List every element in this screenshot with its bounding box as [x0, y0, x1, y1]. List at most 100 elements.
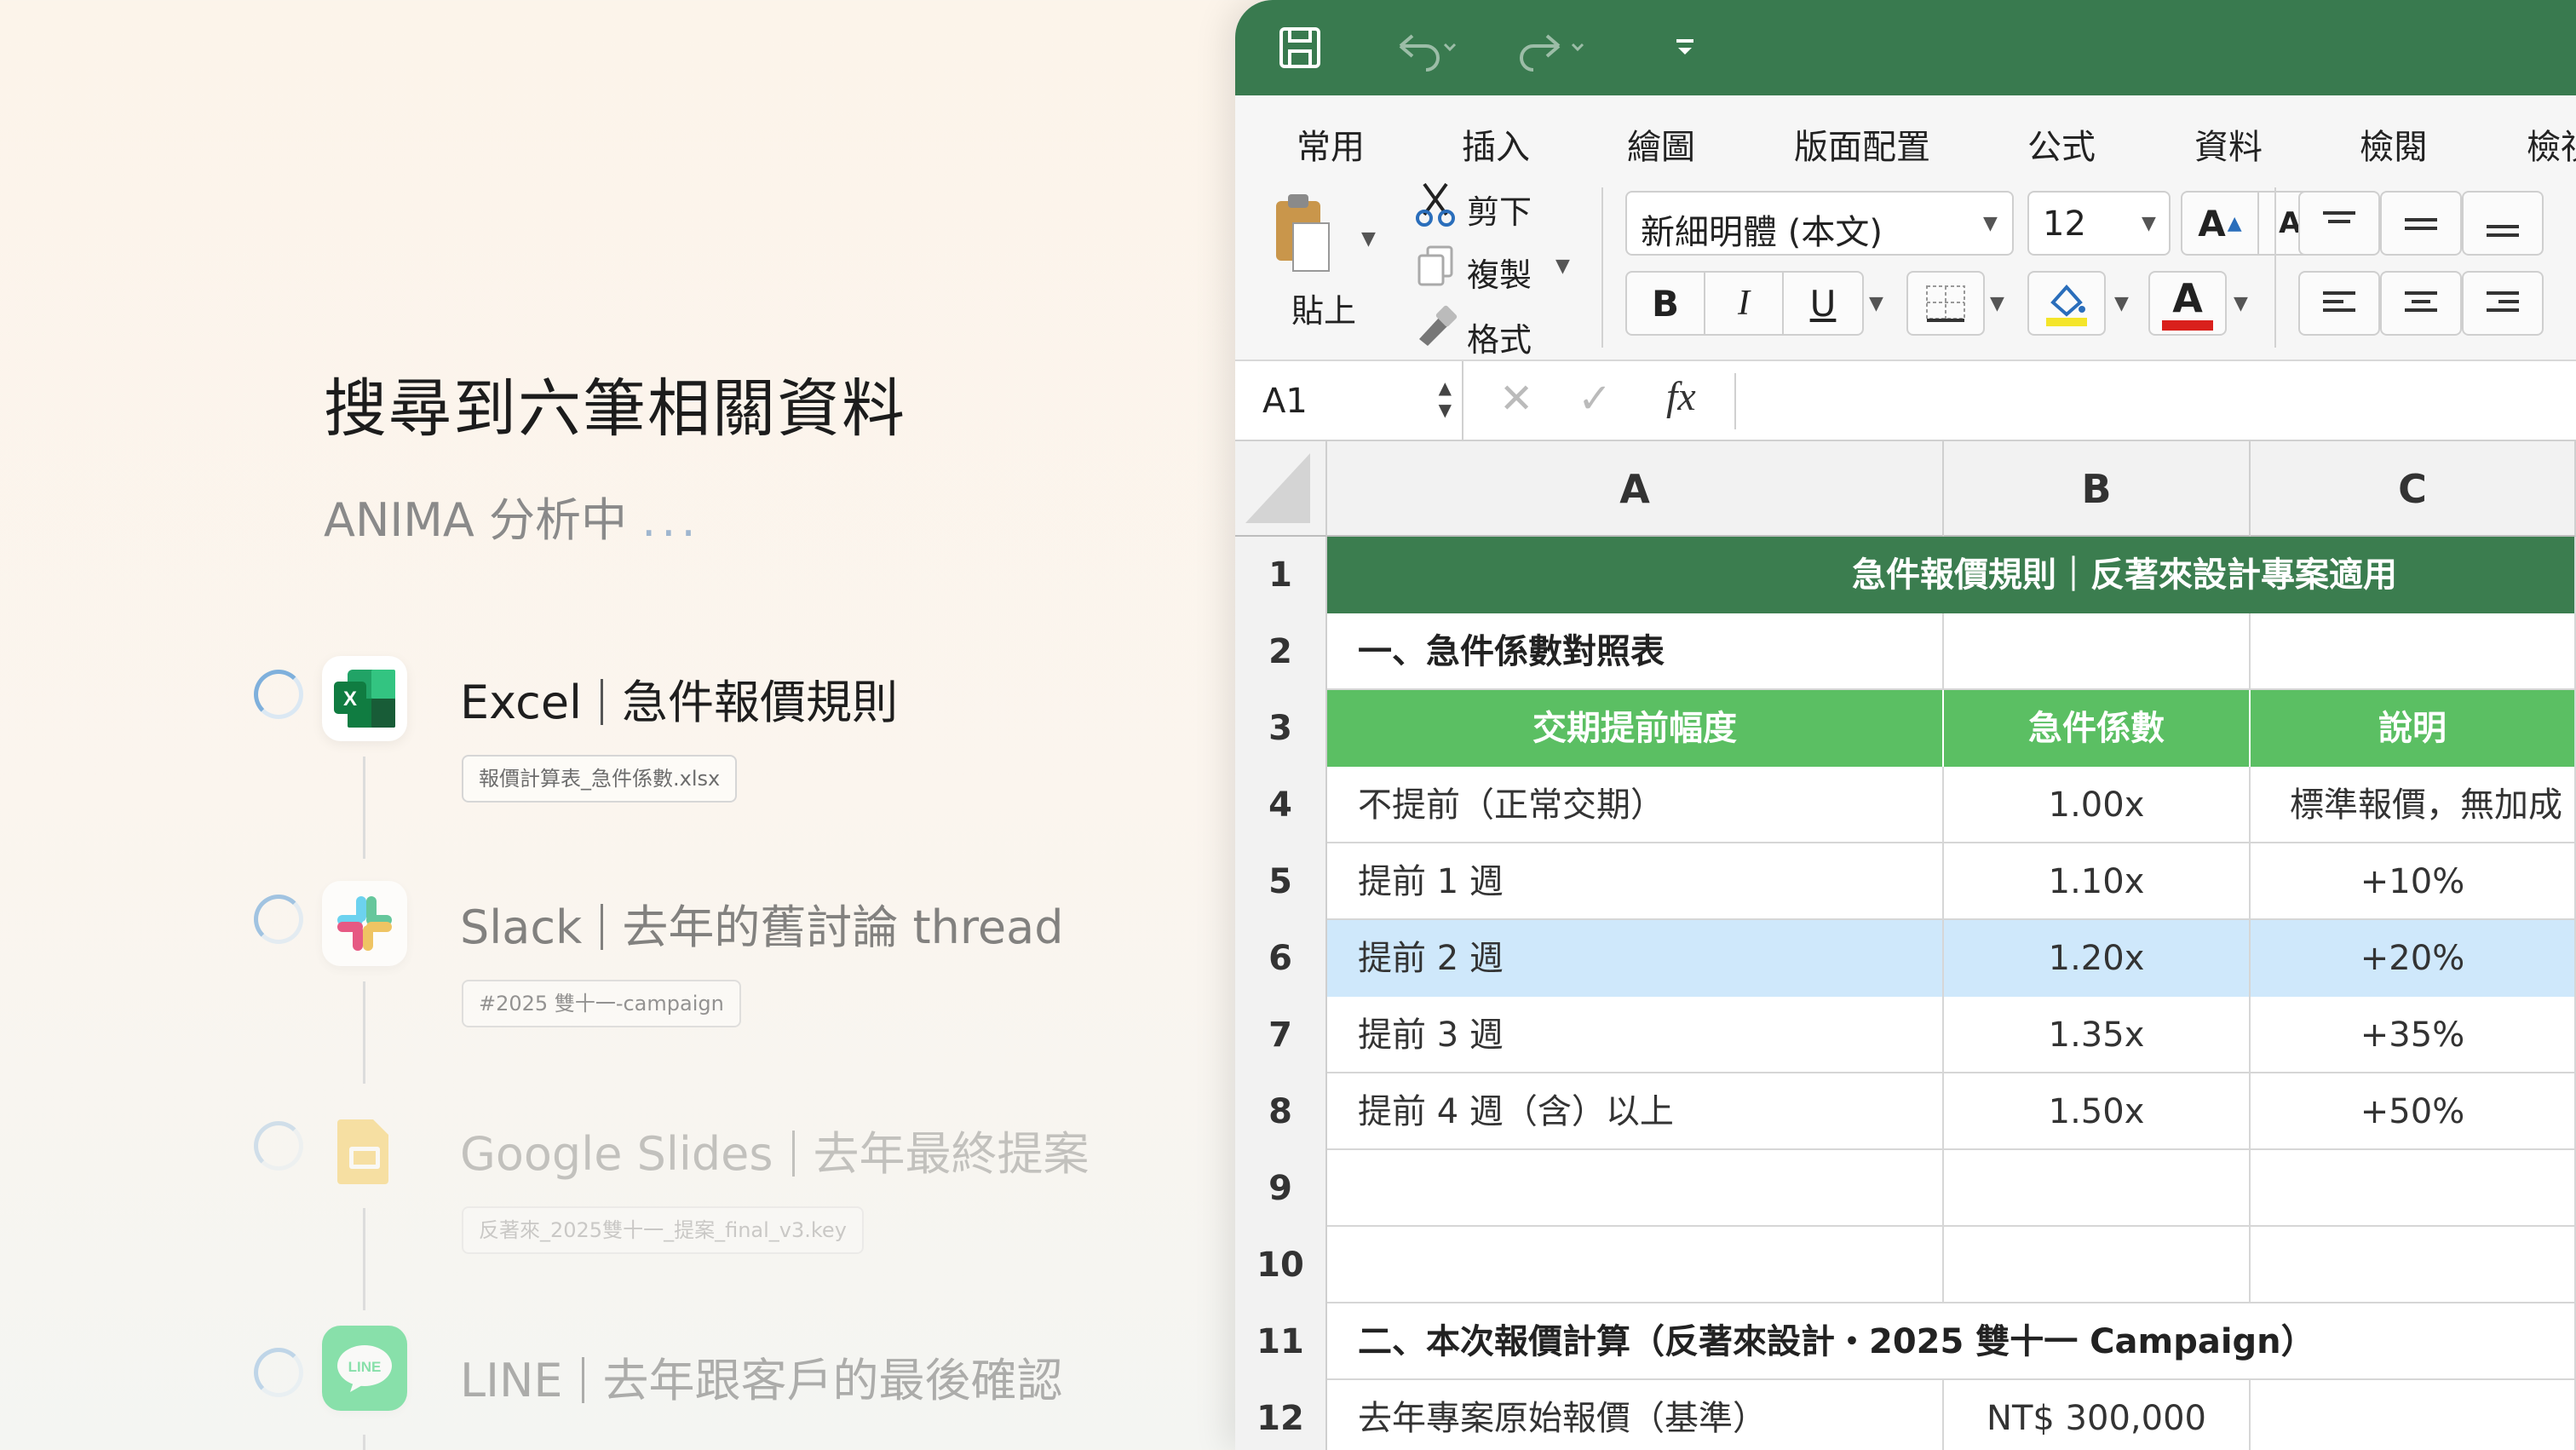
column-header-b[interactable]: B [1944, 441, 2251, 537]
insert-function-button[interactable]: fx [1666, 373, 1696, 420]
undo-icon[interactable] [1389, 22, 1465, 83]
cell-c[interactable]: +50% [2251, 1073, 2576, 1150]
result-item-excel[interactable]: X Excel 急件報價規則 報價計算表_急件係數.xlsx [0, 647, 1235, 818]
cell-a[interactable] [1327, 1227, 1944, 1303]
align-middle-button[interactable] [2380, 191, 2462, 256]
align-bottom-button[interactable] [2462, 191, 2544, 256]
cell-a[interactable]: 不提前（正常交期） [1327, 767, 1944, 843]
tab-insert[interactable]: 插入 [1462, 119, 1530, 169]
redo-icon[interactable] [1516, 22, 1593, 83]
row-header[interactable]: 3 [1235, 690, 1327, 767]
cell-b[interactable]: 1.00x [1944, 767, 2251, 843]
copy-icon[interactable] [1416, 245, 1455, 291]
font-color-dropdown-icon[interactable]: ▼ [2234, 293, 2248, 314]
cell-c[interactable]: +35% [2251, 997, 2576, 1073]
borders-dropdown-icon[interactable]: ▼ [1990, 293, 2004, 314]
row-header[interactable]: 1 [1235, 537, 1327, 613]
file-chip[interactable]: 反著來_2025雙十一_提案_final_v3.key [462, 1206, 864, 1254]
channel-chip[interactable]: #2025 雙十一-campaign [462, 980, 741, 1027]
paste-button[interactable]: 貼上 [1291, 285, 1356, 331]
cell-c[interactable]: 標準報價，無加成 [2251, 767, 2576, 843]
tab-home[interactable]: 常用 [1293, 119, 1368, 187]
cell-a[interactable]: 提前 4 週（含）以上 [1327, 1073, 1944, 1150]
cell-c[interactable] [2251, 1380, 2576, 1450]
section-cell[interactable]: 二、本次報價計算（反著來設計・2025 雙十一 Campaign） [1327, 1303, 2576, 1380]
result-item-google-slides[interactable]: Google Slides 去年最終提案 反著來_2025雙十一_提案_final… [0, 1099, 1235, 1269]
cell-b[interactable]: 1.20x [1944, 920, 2251, 997]
italic-button[interactable]: I [1705, 273, 1784, 334]
cut-button[interactable]: 剪下 [1467, 186, 1532, 233]
borders-button[interactable] [1906, 271, 1985, 336]
cell-a[interactable] [1327, 1150, 1944, 1227]
row-header[interactable]: 6 [1235, 920, 1327, 997]
cell-a[interactable]: 去年專案原始報價（基準） [1327, 1380, 1944, 1450]
format-painter-button[interactable]: 格式 [1467, 314, 1532, 360]
cell-a[interactable]: 提前 3 週 [1327, 997, 1944, 1073]
confirm-icon[interactable]: ✓ [1578, 375, 1612, 423]
tab-view[interactable]: 檢視 [2527, 119, 2576, 169]
cut-icon[interactable] [1414, 181, 1457, 232]
file-chip[interactable]: 報價計算表_急件係數.xlsx [462, 755, 738, 803]
cell-c[interactable] [2251, 1150, 2576, 1227]
cell-b[interactable]: 1.50x [1944, 1073, 2251, 1150]
column-header-a[interactable]: A [1327, 441, 1944, 537]
cancel-icon[interactable]: ✕ [1499, 375, 1533, 423]
select-all-corner[interactable] [1235, 441, 1327, 537]
align-right-button[interactable] [2462, 271, 2544, 336]
cell-a[interactable]: 提前 2 週 [1327, 920, 1944, 997]
row-header[interactable]: 4 [1235, 767, 1327, 843]
cell-c[interactable]: 說明 [2251, 690, 2576, 767]
row-header[interactable]: 10 [1235, 1227, 1327, 1303]
underline-button[interactable]: U [1784, 273, 1862, 334]
cell-b[interactable]: 1.10x [1944, 843, 2251, 920]
banner-cell[interactable]: 急件報價規則｜反著來設計專案適用 [1327, 537, 2576, 613]
cell-b[interactable] [1944, 613, 2251, 690]
cell-c[interactable]: +20% [2251, 920, 2576, 997]
format-painter-icon[interactable] [1414, 305, 1458, 351]
bold-button[interactable]: B [1627, 273, 1705, 334]
row-header[interactable]: 5 [1235, 843, 1327, 920]
tab-draw[interactable]: 繪圖 [1627, 119, 1695, 169]
cell-a[interactable]: 一、急件係數對照表 [1327, 613, 1944, 690]
font-color-button[interactable]: A [2148, 271, 2227, 336]
result-item-slack[interactable]: Slack 去年的舊討論 thread #2025 雙十一-campaign [0, 872, 1235, 1043]
row-header[interactable]: 11 [1235, 1303, 1327, 1380]
copy-button[interactable]: 複製 [1467, 249, 1532, 296]
paste-dropdown-icon[interactable]: ▼ [1361, 228, 1376, 250]
font-size-select[interactable]: 12 ▼ [2027, 191, 2171, 256]
cell-c[interactable] [2251, 613, 2576, 690]
row-header[interactable]: 12 [1235, 1380, 1327, 1450]
tab-data[interactable]: 資料 [2194, 119, 2263, 169]
cell-b[interactable] [1944, 1227, 2251, 1303]
row-header[interactable]: 9 [1235, 1150, 1327, 1227]
underline-dropdown-icon[interactable]: ▼ [1869, 293, 1883, 314]
cell-a[interactable]: 交期提前幅度 [1327, 690, 1944, 767]
copy-dropdown-icon[interactable]: ▼ [1555, 256, 1570, 277]
save-icon[interactable] [1274, 22, 1325, 83]
cell-a[interactable]: 提前 1 週 [1327, 843, 1944, 920]
align-left-button[interactable] [2298, 271, 2380, 336]
formula-input[interactable] [1746, 361, 2576, 441]
align-center-button[interactable] [2380, 271, 2462, 336]
fill-color-button[interactable] [2027, 271, 2106, 336]
font-name-select[interactable]: 新細明體 (本文) ▼ [1625, 191, 2014, 256]
row-header[interactable]: 8 [1235, 1073, 1327, 1150]
cell-b[interactable]: NT$ 300,000 [1944, 1380, 2251, 1450]
cell-b[interactable] [1944, 1150, 2251, 1227]
column-header-c[interactable]: C [2251, 441, 2576, 537]
cell-c[interactable]: +10% [2251, 843, 2576, 920]
name-box[interactable]: A1 ▲ ▼ [1235, 361, 1463, 441]
align-top-button[interactable] [2298, 191, 2380, 256]
increase-font-size-button[interactable]: A ▲ [2182, 193, 2259, 254]
fill-color-dropdown-icon[interactable]: ▼ [2114, 293, 2129, 314]
customize-toolbar-icon[interactable] [1668, 22, 1702, 83]
tab-formulas[interactable]: 公式 [2027, 119, 2096, 169]
paste-icon[interactable] [1271, 189, 1339, 286]
tab-review[interactable]: 檢閱 [2360, 119, 2428, 169]
tab-page-layout[interactable]: 版面配置 [1794, 119, 1930, 169]
row-header[interactable]: 2 [1235, 613, 1327, 690]
cell-c[interactable] [2251, 1227, 2576, 1303]
row-header[interactable]: 7 [1235, 997, 1327, 1073]
name-box-stepper-icon[interactable]: ▲ ▼ [1439, 377, 1452, 421]
result-item-line[interactable]: LINE LINE 去年跟客戶的最後確認 [0, 1326, 1235, 1450]
